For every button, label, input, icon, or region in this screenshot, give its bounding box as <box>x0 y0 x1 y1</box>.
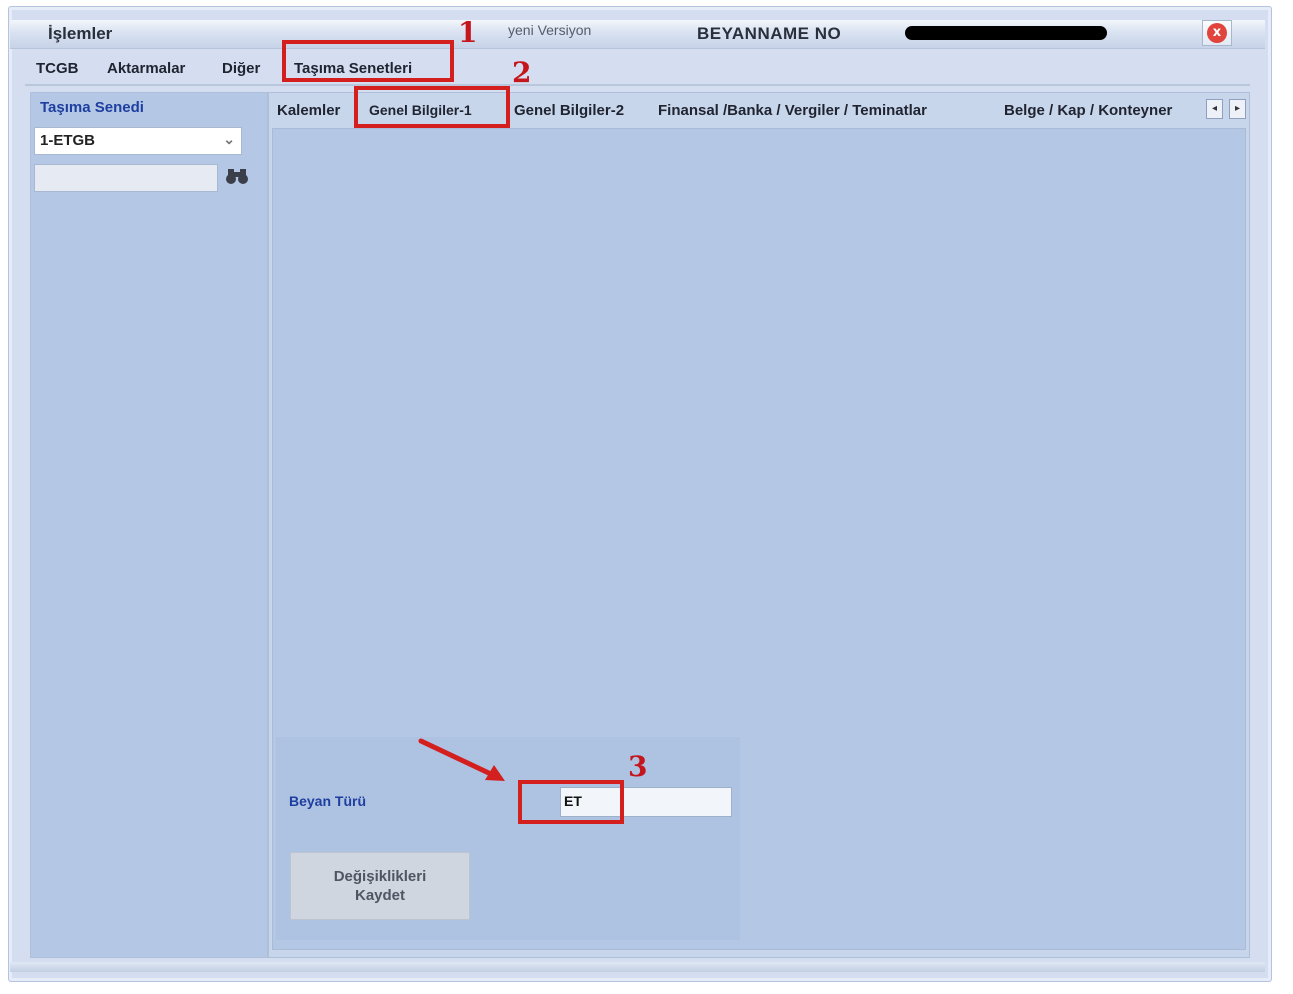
tab-scroll-right-button[interactable]: ▸ <box>1229 99 1246 119</box>
tab-strip-divider <box>25 84 1250 86</box>
bottom-bar <box>10 962 1265 972</box>
tab-finansal[interactable]: Finansal /Banka / Vergiler / Teminatlar <box>658 102 927 119</box>
search-input[interactable] <box>34 164 218 192</box>
tasima-senedi-select[interactable]: 1-ETGB ⌄ <box>34 127 242 155</box>
left-panel <box>30 92 268 958</box>
tab-tcgb[interactable]: TCGB <box>36 60 79 77</box>
highlight-box-1 <box>282 40 454 82</box>
declaration-no-label: BEYANNAME NO <box>697 24 842 43</box>
arrow-icon <box>418 738 505 781</box>
save-button-line1: Değişiklikleri <box>333 868 427 885</box>
save-button-line2: Kaydet <box>354 887 406 904</box>
tab-kalemler[interactable]: Kalemler <box>277 102 340 119</box>
tab-diger[interactable]: Diğer <box>222 60 260 77</box>
left-panel-title: Taşıma Senedi <box>40 99 144 116</box>
tab-scroll-left-button[interactable]: ◂ <box>1206 99 1223 119</box>
window-title: İşlemler <box>48 24 113 43</box>
highlight-box-2 <box>354 86 510 128</box>
chevron-down-icon: ⌄ <box>223 131 235 147</box>
close-icon: x <box>1207 23 1227 43</box>
tab-belge-kap-konteyner[interactable]: Belge / Kap / Konteyner <box>1004 102 1200 119</box>
close-button[interactable]: x <box>1202 20 1232 46</box>
beyan-turu-label: Beyan Türü <box>289 793 367 809</box>
highlight-box-3 <box>518 780 624 824</box>
tab-aktarmalar[interactable]: Aktarmalar <box>107 60 185 77</box>
redacted-declaration-number <box>905 26 1107 40</box>
tasima-senedi-selected-value: 1-ETGB <box>40 132 96 149</box>
annotation-number-1: 1 <box>458 16 478 49</box>
annotation-number-2: 2 <box>512 56 532 89</box>
binoculars-icon[interactable] <box>226 167 248 190</box>
version-label: yeni Versiyon <box>508 22 592 38</box>
annotation-number-3: 3 <box>628 750 648 783</box>
save-changes-button[interactable]: Değişiklikleri Kaydet <box>290 852 470 920</box>
tab-genel-bilgiler-2[interactable]: Genel Bilgiler-2 <box>514 102 624 119</box>
